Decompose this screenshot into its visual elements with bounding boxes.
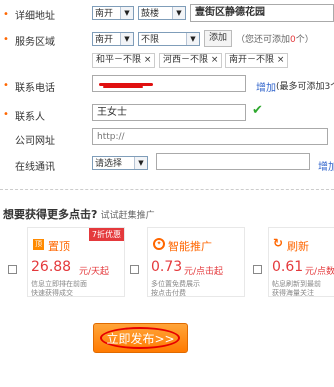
redacted-phone-mark (103, 86, 143, 88)
chevron-down-icon: ▼ (186, 33, 199, 45)
service-area-hint: （您还可添加0个） (236, 35, 314, 45)
address-detail-input[interactable]: 壹街区静德花园 (190, 4, 334, 22)
promo-unit: 元/点数 (305, 267, 334, 277)
service-area-add-button[interactable]: 添加 (204, 30, 232, 47)
address-district-select[interactable]: 南开 ▼ (92, 6, 134, 20)
add-phone-link[interactable]: 增加 (256, 79, 276, 94)
smart-promo-icon: ✦ (153, 238, 165, 250)
address-street-select[interactable]: 鼓楼 ▼ (138, 6, 186, 20)
promo-unit: 元/天起 (79, 267, 110, 277)
website-label: 公司网址 (15, 136, 55, 147)
promo-desc: 快速获得成交 (31, 289, 73, 297)
refresh-icon: ↻ (273, 236, 284, 250)
service-area-tag: 南开－不限 × (225, 53, 289, 68)
section-divider (0, 189, 334, 190)
im-account-input[interactable] (156, 153, 310, 170)
phone-input[interactable] (92, 75, 246, 92)
chevron-down-icon: ▼ (172, 7, 185, 19)
promo-top-checkbox[interactable] (8, 265, 17, 274)
remove-tag-icon[interactable]: × (277, 55, 285, 65)
promo-title: 刷新 (287, 240, 309, 253)
submit-publish-button[interactable]: 立即发布>> (93, 323, 188, 353)
phone-label: 联系电话 (15, 83, 55, 94)
promo-smart-checkbox[interactable] (130, 265, 139, 274)
promo-card-smart[interactable]: ✦ 智能推广 0.73 元/点击起 多位置免费展示 按点击付费 (147, 227, 245, 297)
chevron-down-icon: ▼ (120, 33, 133, 45)
service-district-select[interactable]: 南开 ▼ (92, 32, 134, 46)
website-input[interactable] (92, 128, 328, 145)
promo-price: 0.73 (151, 259, 183, 275)
promo-price: 0.61 (272, 259, 304, 275)
required-star: • (3, 9, 9, 20)
add-im-link[interactable]: 增加 (318, 158, 334, 173)
chevron-down-icon: ▼ (120, 7, 133, 19)
service-scope-select[interactable]: 不限 ▼ (138, 32, 200, 46)
remove-tag-icon[interactable]: × (144, 55, 152, 65)
contact-label: 联系人 (15, 112, 45, 123)
discount-badge: 7折优惠 (88, 228, 124, 241)
promo-refresh-checkbox[interactable] (253, 265, 262, 274)
service-area-tag: 和平－不限 × (92, 53, 156, 68)
submit-label: 立即发布>> (106, 332, 175, 346)
promo-heading: 想要获得更多点击? 试试赶集推广 (3, 208, 155, 221)
promo-title: 置顶 (48, 240, 70, 253)
promo-title: 智能推广 (168, 240, 212, 253)
promo-card-refresh[interactable]: ↻ 刷新 0.61 元/点数 帖息刷新到最前 获得海量关注 (268, 227, 334, 297)
chevron-down-icon: ▼ (134, 157, 147, 169)
im-label: 在线通讯 (15, 162, 55, 173)
required-star: • (3, 34, 9, 45)
promo-card-top[interactable]: 7折优惠 顶 置顶 26.88 元/天起 信息立即排在前面 快速获得成交 (27, 227, 125, 297)
check-icon: ✔ (252, 103, 263, 118)
required-star: • (3, 109, 9, 120)
address-label: 详细地址 (15, 11, 55, 22)
promo-price: 26.88 (31, 259, 72, 275)
required-star: • (3, 80, 9, 91)
remove-tag-icon[interactable]: × (211, 55, 219, 65)
service-area-tag: 河西－不限 × (159, 53, 223, 68)
im-type-select[interactable]: 请选择 ▼ (92, 156, 148, 170)
promo-desc: 按点击付费 (151, 289, 186, 297)
promo-unit: 元/点击起 (184, 267, 224, 277)
phone-limit-hint: (最多可添加3个 (276, 82, 334, 92)
promo-desc: 获得海量关注 (272, 289, 314, 297)
pin-top-icon: 顶 (33, 239, 44, 250)
contact-input[interactable]: 王女士 (92, 104, 246, 121)
service-area-label: 服务区域 (15, 37, 55, 48)
